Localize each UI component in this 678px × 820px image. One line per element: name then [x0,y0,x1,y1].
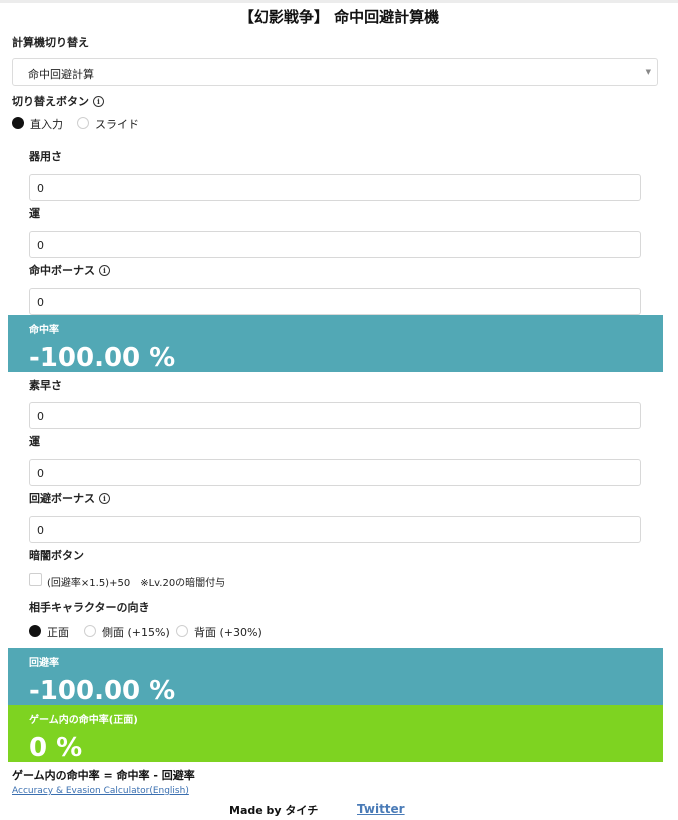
hit-rate-label: 命中率 [29,325,59,336]
radio-front-label: 正面 [47,626,69,639]
radio-direct-input[interactable] [12,117,24,129]
evasion-luck-input[interactable]: 0 [29,459,641,486]
hit-bonus-label-row: 命中ボーナス i [29,262,110,278]
english-calculator-link[interactable]: Accuracy & Evasion Calculator(English) [12,786,189,796]
hit-bonus-value: 0 [37,296,44,309]
luck-label: 運 [29,207,40,220]
hit-bonus-label: 命中ボーナス [29,264,95,277]
evade-bonus-label: 回避ボーナス [29,492,95,505]
chevron-down-icon: ▼ [645,68,651,76]
made-by-text: Made by タイチ [229,804,319,817]
evade-rate-panel: 回避率 -100.00 % [8,648,663,705]
agi-value: 0 [37,410,44,423]
radio-slide[interactable] [77,117,89,129]
hit-rate-panel: 命中率 -100.00 % [8,315,663,372]
twitter-link[interactable]: Twitter [357,802,405,816]
luck-input[interactable]: 0 [29,231,641,258]
radio-direct-input-label: 直入力 [30,118,63,131]
game-hit-value: 0 % [29,733,83,762]
hit-bonus-input[interactable]: 0 [29,288,641,315]
dark-checkbox-label: (回避率×1.5)+50 ※Lv.20の暗闇付与 [47,578,226,589]
radio-slide-label: スライド [95,118,139,131]
radio-front[interactable] [29,625,41,637]
evade-bonus-value: 0 [37,524,44,537]
toggle-label: 切り替えボタン [12,95,89,108]
direction-label: 相手キャラクターの向き [29,601,150,614]
dex-value: 0 [37,182,44,195]
dark-label: 暗闇ボタン [29,549,84,562]
radio-back[interactable] [176,625,188,637]
info-icon[interactable]: i [99,265,110,276]
radio-side[interactable] [84,625,96,637]
top-border [0,0,678,3]
info-icon[interactable]: i [99,493,110,504]
evasion-luck-label: 運 [29,435,40,448]
radio-back-label: 背面 (+30%) [194,626,262,639]
page-title: 【幻影戦争】 命中回避計算機 [238,8,440,26]
calc-switch-label: 計算機切り替え [12,36,89,49]
evade-bonus-label-row: 回避ボーナス i [29,490,110,506]
evasion-luck-value: 0 [37,467,44,480]
dex-label: 器用さ [29,150,62,163]
agi-input[interactable]: 0 [29,402,641,429]
evade-bonus-input[interactable]: 0 [29,516,641,543]
info-icon[interactable]: i [93,96,104,107]
formula-text: ゲーム内の命中率 = 命中率 - 回避率 [12,769,195,782]
luck-value: 0 [37,239,44,252]
radio-side-label: 側面 (+15%) [102,626,170,639]
evade-rate-value: -100.00 % [29,676,176,705]
dark-checkbox[interactable] [29,573,42,586]
dex-input[interactable]: 0 [29,174,641,201]
game-hit-label: ゲーム内の命中率(正面) [29,715,138,726]
calc-switch-value: 命中回避計算 [28,68,94,81]
evade-rate-label: 回避率 [29,658,59,669]
calc-switch-select[interactable]: 命中回避計算 ▼ [12,58,658,86]
hit-rate-value: -100.00 % [29,343,176,372]
agi-label: 素早さ [29,379,62,392]
toggle-label-row: 切り替えボタン i [12,93,104,109]
game-hit-panel: ゲーム内の命中率(正面) 0 % [8,705,663,762]
